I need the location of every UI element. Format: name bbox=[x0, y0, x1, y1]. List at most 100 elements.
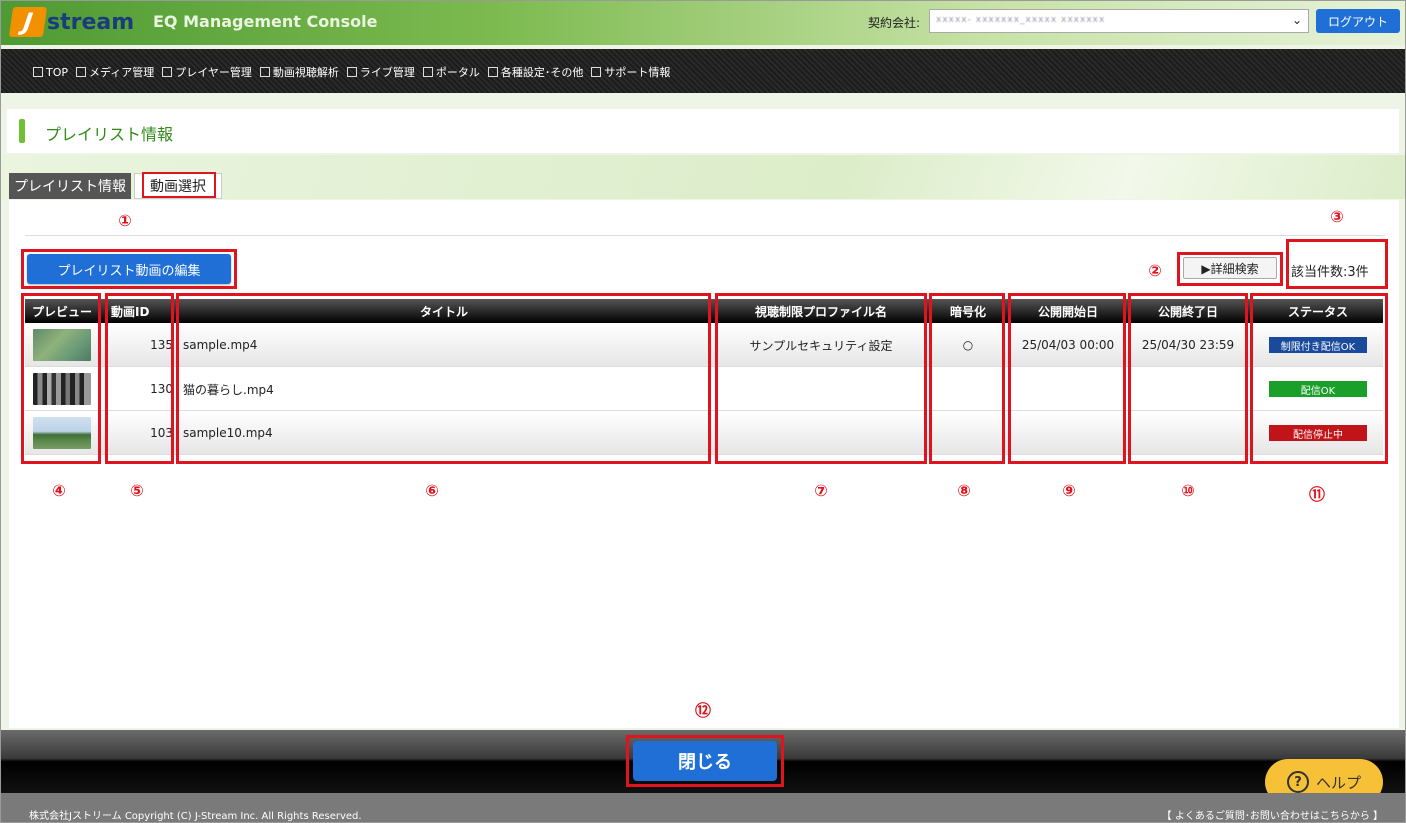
col-profile[interactable]: 視聴制限プロファイル名 bbox=[717, 299, 925, 323]
checkbox-icon bbox=[259, 67, 270, 77]
nav-item[interactable]: プレイヤー管理 bbox=[162, 64, 252, 80]
checkbox-icon bbox=[346, 67, 357, 77]
nav-item[interactable]: ポータル bbox=[422, 64, 480, 80]
video-thumbnail[interactable] bbox=[33, 417, 91, 449]
nav-item-label: 動画視聴解析 bbox=[272, 66, 339, 79]
nav-item-label: ライブ管理 bbox=[359, 66, 415, 79]
nav-item[interactable]: サポート情報 bbox=[591, 64, 670, 80]
cell-start-date: 25/04/03 00:00 bbox=[1021, 338, 1115, 352]
col-video-id: 動画ID bbox=[111, 304, 150, 319]
cell-status: 制限付き配信OK bbox=[1253, 323, 1383, 367]
cell-preview bbox=[25, 367, 99, 411]
cell-status: 配信OK bbox=[1253, 367, 1383, 411]
checkbox-icon bbox=[162, 67, 173, 77]
annotation-2: ② bbox=[1148, 261, 1162, 280]
edit-playlist-videos-button[interactable]: プレイリスト動画の編集 bbox=[27, 254, 231, 284]
page-heading: プレイリスト情報 bbox=[7, 109, 1399, 153]
logo-mark: J bbox=[8, 7, 48, 37]
nav-item[interactable]: 各種設定･その他 bbox=[487, 64, 584, 80]
video-thumbnail[interactable] bbox=[33, 329, 91, 361]
annotation-1: ① bbox=[118, 211, 132, 230]
cell-profile bbox=[717, 411, 925, 455]
cell-video-id: 103 bbox=[150, 426, 173, 440]
chevron-down-icon: ⌄ bbox=[1291, 13, 1302, 27]
col-preview: プレビュー bbox=[31, 304, 92, 319]
annotation-7: ⑦ bbox=[814, 481, 828, 500]
video-thumbnail[interactable] bbox=[33, 373, 91, 405]
cell-title: sample.mp4 bbox=[183, 338, 258, 352]
status-badge: 配信停止中 bbox=[1269, 425, 1367, 441]
table-row[interactable]: 103 sample10.mp4 配信停止中 bbox=[25, 411, 1383, 455]
logo-text: stream bbox=[47, 9, 135, 35]
annotation-10: ⑩ bbox=[1181, 481, 1195, 500]
nav-item[interactable]: メディア管理 bbox=[76, 64, 154, 80]
cell-preview bbox=[25, 323, 99, 367]
annotation-12: ⑫ bbox=[694, 701, 711, 720]
contract-select[interactable]: xxxxx- xxxxxxx_xxxxx xxxxxxx ⌄ bbox=[929, 9, 1309, 33]
page-title: プレイリスト情報 bbox=[45, 125, 174, 144]
col-status[interactable]: ステータス bbox=[1253, 299, 1383, 323]
cell-end-date bbox=[1131, 411, 1245, 455]
cell-video-id: 135 bbox=[150, 338, 173, 352]
main-nav: TOP メディア管理 プレイヤー管理 動画視聴解析 ライブ管理 ポータル 各種設定･その他 サ… bbox=[1, 49, 1405, 93]
cell-end-date: 25/04/30 23:59 bbox=[1141, 338, 1235, 352]
faq-link[interactable]: 【 よくあるご質問･お問い合わせはこちらから 】 bbox=[1162, 807, 1383, 822]
help-icon: ? bbox=[1286, 771, 1309, 793]
annotation-4: ④ bbox=[52, 481, 66, 500]
nav-item-label: サポート情報 bbox=[604, 66, 671, 79]
col-start-date[interactable]: 公開開始日 bbox=[1011, 299, 1125, 323]
cell-profile: サンプルセキュリティ設定 bbox=[749, 338, 893, 353]
annotation-6: ⑥ bbox=[425, 481, 439, 500]
checkbox-icon bbox=[422, 67, 433, 77]
advanced-search-button[interactable]: ▶詳細検索 bbox=[1183, 257, 1277, 279]
heading-accent-bar bbox=[19, 119, 25, 143]
cell-end-date bbox=[1131, 367, 1245, 411]
annotation-9: ⑨ bbox=[1062, 481, 1076, 500]
nav-item[interactable]: ライブ管理 bbox=[346, 64, 415, 80]
col-end-date[interactable]: 公開終了日 bbox=[1131, 299, 1245, 323]
annotation-3: ③ bbox=[1330, 207, 1344, 226]
table-row[interactable]: 135 sample.mp4 サンプルセキュリティ設定 ○ 25/04/03 00:00… bbox=[25, 323, 1383, 367]
contract-label: 契約会社: bbox=[868, 16, 921, 30]
nav-item[interactable]: TOP bbox=[33, 64, 68, 80]
annotation-8: ⑧ bbox=[957, 481, 971, 500]
nav-item-label: TOP bbox=[46, 65, 69, 79]
footer: 株式会社Jストリーム Copyright (C) J-Stream Inc. A… bbox=[1, 793, 1405, 822]
nav-item-label: メディア管理 bbox=[89, 66, 155, 79]
result-count: 該当件数:3件 bbox=[1291, 265, 1369, 280]
cell-profile bbox=[717, 367, 925, 411]
cell-encryption bbox=[931, 411, 1005, 455]
contract-value: xxxxx- xxxxxxx_xxxxx xxxxxxx bbox=[936, 15, 1106, 25]
help-label: ヘルプ bbox=[1315, 773, 1361, 792]
cell-video-id: 130 bbox=[150, 382, 173, 396]
cell-preview bbox=[25, 411, 99, 455]
checkbox-icon bbox=[591, 67, 602, 77]
cell-encryption bbox=[931, 367, 1005, 411]
tab-playlist-info[interactable]: プレイリスト情報 bbox=[9, 173, 131, 199]
checkbox-icon bbox=[33, 67, 43, 77]
tab-video-select[interactable]: 動画選択 bbox=[134, 173, 222, 199]
checkbox-icon bbox=[487, 67, 498, 77]
app-window: J stream EQ Management Console 契約会社: xxx… bbox=[0, 0, 1406, 823]
annotation-5: ⑤ bbox=[130, 481, 144, 500]
logout-button[interactable]: ログアウト bbox=[1316, 9, 1400, 33]
cell-title: sample10.mp4 bbox=[183, 426, 273, 440]
divider bbox=[25, 235, 1385, 236]
cell-status: 配信停止中 bbox=[1253, 411, 1383, 455]
table-header: プレビュー 動画ID タイトル 視聴制限プロファイル名 暗号化 公開開始日 公開… bbox=[25, 299, 1383, 323]
copyright-text: 株式会社Jストリーム Copyright (C) J-Stream Inc. A… bbox=[29, 811, 362, 822]
nav-item[interactable]: 動画視聴解析 bbox=[259, 64, 339, 80]
close-button[interactable]: 閉じる bbox=[633, 741, 777, 781]
nav-item-label: プレイヤー管理 bbox=[175, 66, 252, 79]
jstream-logo: J stream bbox=[8, 7, 135, 37]
col-title[interactable]: タイトル bbox=[177, 299, 711, 323]
nav-item-label: 各種設定･その他 bbox=[500, 66, 584, 79]
nav-item-label: ポータル bbox=[435, 66, 480, 79]
checkbox-icon bbox=[76, 67, 87, 77]
tabs-area: プレイリスト情報 動画選択 bbox=[1, 155, 1405, 199]
table-row[interactable]: 130 猫の暮らし.mp4 配信OK bbox=[25, 367, 1383, 411]
cell-title: 猫の暮らし.mp4 bbox=[183, 382, 274, 397]
status-badge: 制限付き配信OK bbox=[1269, 337, 1367, 353]
col-encryption[interactable]: 暗号化 bbox=[931, 299, 1005, 323]
console-title: EQ Management Console bbox=[153, 12, 378, 31]
